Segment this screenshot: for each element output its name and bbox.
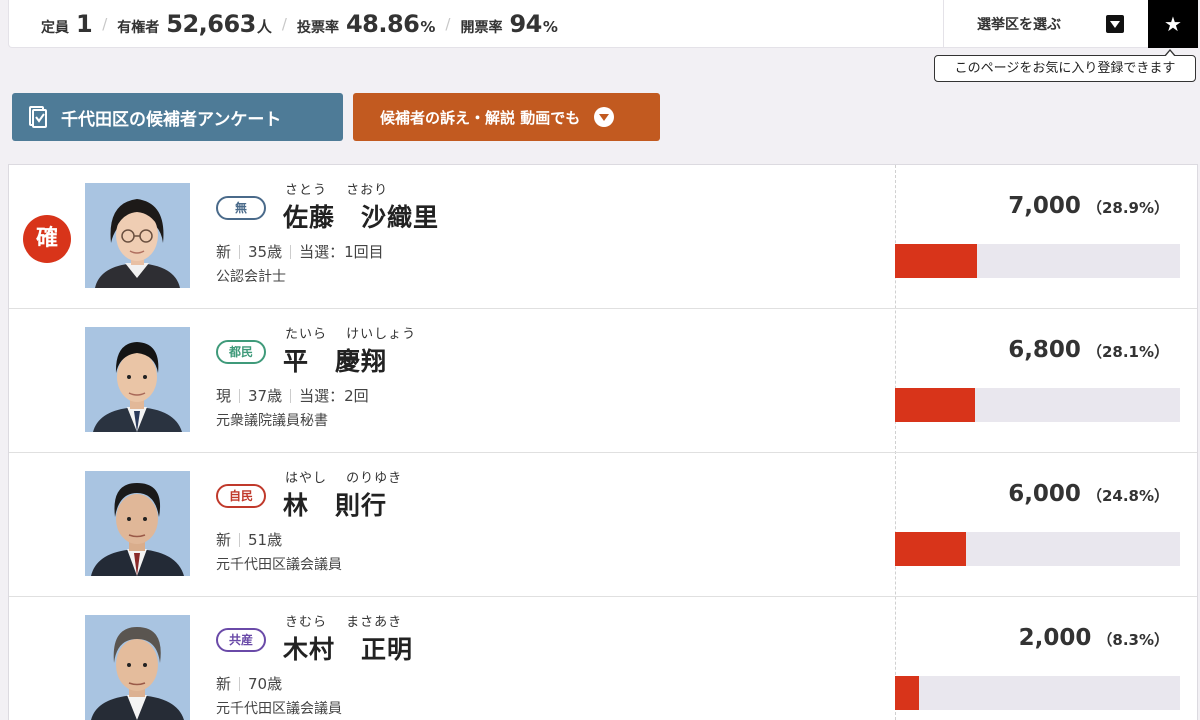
seats-label: 定員 bbox=[41, 20, 69, 36]
favorite-button[interactable]: ★ bbox=[1148, 0, 1198, 48]
divider bbox=[239, 532, 241, 547]
seats-value: 1 bbox=[76, 10, 93, 38]
election-summary-bar: 定員 1 / 有権者 52,663 人 / 投票率 48.86 % / 開票率 … bbox=[8, 0, 1198, 48]
vote-share-bar bbox=[895, 244, 1180, 278]
electorate-stat: 有権者 52,663 人 bbox=[117, 10, 272, 38]
questionnaire-icon bbox=[29, 106, 47, 128]
candidate-photo bbox=[85, 615, 190, 720]
candidate-kana: たいら けいしょう bbox=[285, 327, 417, 342]
vote-share-bar bbox=[895, 388, 1180, 422]
candidate-video-button[interactable]: 候補者の訴え・解説 動画でも bbox=[353, 93, 660, 141]
vote-share-fill bbox=[895, 532, 966, 566]
chevron-down-icon bbox=[1106, 15, 1124, 33]
divider bbox=[290, 244, 292, 259]
vote-share-bar bbox=[895, 676, 1180, 710]
counted-stat: 開票率 94 % bbox=[460, 10, 557, 38]
candidate-info: 新 51歳 bbox=[216, 529, 282, 550]
turnout-label: 投票率 bbox=[296, 20, 339, 36]
electorate-value: 52,663 bbox=[166, 10, 256, 38]
candidate-name: 木村 正明 bbox=[283, 635, 414, 664]
vote-share-fill bbox=[895, 244, 978, 278]
candidate-results-list: 確 無 さとう さおり 佐藤 沙織里 新 35歳 当選：1回目 公認会計士 7,… bbox=[8, 164, 1198, 720]
candidate-photo bbox=[85, 471, 190, 576]
vote-count: 6,800 （28.1%） bbox=[1008, 337, 1169, 363]
counted-unit: % bbox=[542, 18, 558, 36]
elected-badge: 確 bbox=[23, 215, 71, 263]
electorate-label: 有権者 bbox=[117, 20, 160, 36]
candidate-age: 35歳 bbox=[248, 243, 283, 261]
candidate-kana: さとう さおり bbox=[285, 183, 389, 198]
candidate-age: 51歳 bbox=[248, 531, 283, 549]
candidate-career: 元千代田区議会議員 bbox=[216, 701, 342, 717]
turnout-value: 48.86 bbox=[345, 10, 420, 38]
candidate-status: 現 bbox=[216, 387, 232, 405]
candidate-career: 元千代田区議会議員 bbox=[216, 557, 342, 573]
vote-percent: （28.9%） bbox=[1086, 199, 1169, 217]
candidate-video-label: 候補者の訴え・解説 動画でも bbox=[380, 108, 581, 127]
candidate-row[interactable]: 確 無 さとう さおり 佐藤 沙織里 新 35歳 当選：1回目 公認会計士 7,… bbox=[9, 165, 1197, 309]
candidate-age: 70歳 bbox=[248, 675, 283, 693]
vote-number: 7,000 bbox=[1008, 193, 1081, 219]
divider bbox=[239, 244, 241, 259]
candidate-survey-label: 千代田区の候補者アンケート bbox=[61, 109, 282, 130]
candidate-name: 佐藤 沙織里 bbox=[283, 203, 440, 232]
candidate-survey-button[interactable]: 千代田区の候補者アンケート bbox=[12, 93, 343, 141]
counted-label: 開票率 bbox=[460, 20, 503, 36]
vote-share-bar bbox=[895, 532, 1180, 566]
chevron-down-circle-icon bbox=[594, 107, 615, 127]
star-icon: ★ bbox=[1164, 12, 1182, 36]
candidate-photo bbox=[85, 327, 190, 432]
divider: / bbox=[102, 15, 108, 33]
vote-share-fill bbox=[895, 676, 919, 710]
candidate-status: 新 bbox=[216, 531, 232, 549]
vote-percent: （8.3%） bbox=[1097, 631, 1169, 649]
candidate-row[interactable]: 都民 たいら けいしょう 平 慶翔 現 37歳 当選：2回 元衆議院議員秘書 6… bbox=[9, 309, 1197, 453]
candidate-info: 新 70歳 bbox=[216, 673, 282, 694]
counted-value: 94 bbox=[509, 10, 542, 38]
divider bbox=[290, 388, 292, 403]
vote-number: 6,800 bbox=[1008, 337, 1081, 363]
candidate-career: 公認会計士 bbox=[216, 269, 286, 285]
seats-stat: 定員 1 bbox=[41, 10, 93, 38]
turnout-stat: 投票率 48.86 % bbox=[297, 10, 435, 38]
candidate-career: 元衆議院議員秘書 bbox=[216, 413, 328, 429]
candidate-name: 平 慶翔 bbox=[283, 347, 388, 376]
vote-number: 6,000 bbox=[1008, 481, 1081, 507]
turnout-unit: % bbox=[420, 18, 436, 36]
vote-count: 7,000 （28.9%） bbox=[1008, 193, 1169, 219]
party-badge: 自民 bbox=[216, 484, 266, 508]
divider: / bbox=[281, 15, 287, 33]
divider bbox=[239, 676, 241, 691]
candidate-kana: はやし のりゆき bbox=[285, 471, 403, 486]
election-stats: 定員 1 / 有権者 52,663 人 / 投票率 48.86 % / 開票率 … bbox=[41, 0, 558, 48]
party-badge: 都民 bbox=[216, 340, 266, 364]
district-select-dropdown[interactable]: 選挙区を選ぶ bbox=[943, 0, 1149, 48]
party-badge: 無 bbox=[216, 196, 266, 220]
vote-number: 2,000 bbox=[1018, 625, 1092, 651]
candidate-status: 新 bbox=[216, 675, 232, 693]
district-select-label: 選挙区を選ぶ bbox=[977, 17, 1061, 33]
party-badge: 共産 bbox=[216, 628, 266, 652]
candidate-row[interactable]: 共産 きむら まさあき 木村 正明 新 70歳 元千代田区議会議員 2,000 … bbox=[9, 597, 1197, 720]
vote-count: 6,000 （24.8%） bbox=[1008, 481, 1169, 507]
divider bbox=[239, 388, 241, 403]
vote-count: 2,000 （8.3%） bbox=[1019, 625, 1169, 651]
vote-percent: （24.8%） bbox=[1086, 487, 1169, 505]
candidate-row[interactable]: 自民 はやし のりゆき 林 則行 新 51歳 元千代田区議会議員 6,000 （… bbox=[9, 453, 1197, 597]
favorite-tooltip: このページをお気に入り登録できます bbox=[934, 49, 1196, 82]
candidate-status: 新 bbox=[216, 243, 232, 261]
divider: / bbox=[445, 15, 451, 33]
electorate-unit: 人 bbox=[256, 18, 272, 36]
candidate-info: 新 35歳 当選：1回目 bbox=[216, 241, 384, 262]
candidate-wins: 当選：1回目 bbox=[299, 243, 384, 261]
vote-percent: （28.1%） bbox=[1086, 343, 1169, 361]
vote-share-fill bbox=[895, 388, 976, 422]
candidate-photo bbox=[85, 183, 190, 288]
candidate-info: 現 37歳 当選：2回 bbox=[216, 385, 369, 406]
candidate-kana: きむら まさあき bbox=[285, 615, 403, 630]
candidate-age: 37歳 bbox=[248, 387, 283, 405]
candidate-wins: 当選：2回 bbox=[299, 387, 369, 405]
candidate-name: 林 則行 bbox=[283, 491, 388, 520]
